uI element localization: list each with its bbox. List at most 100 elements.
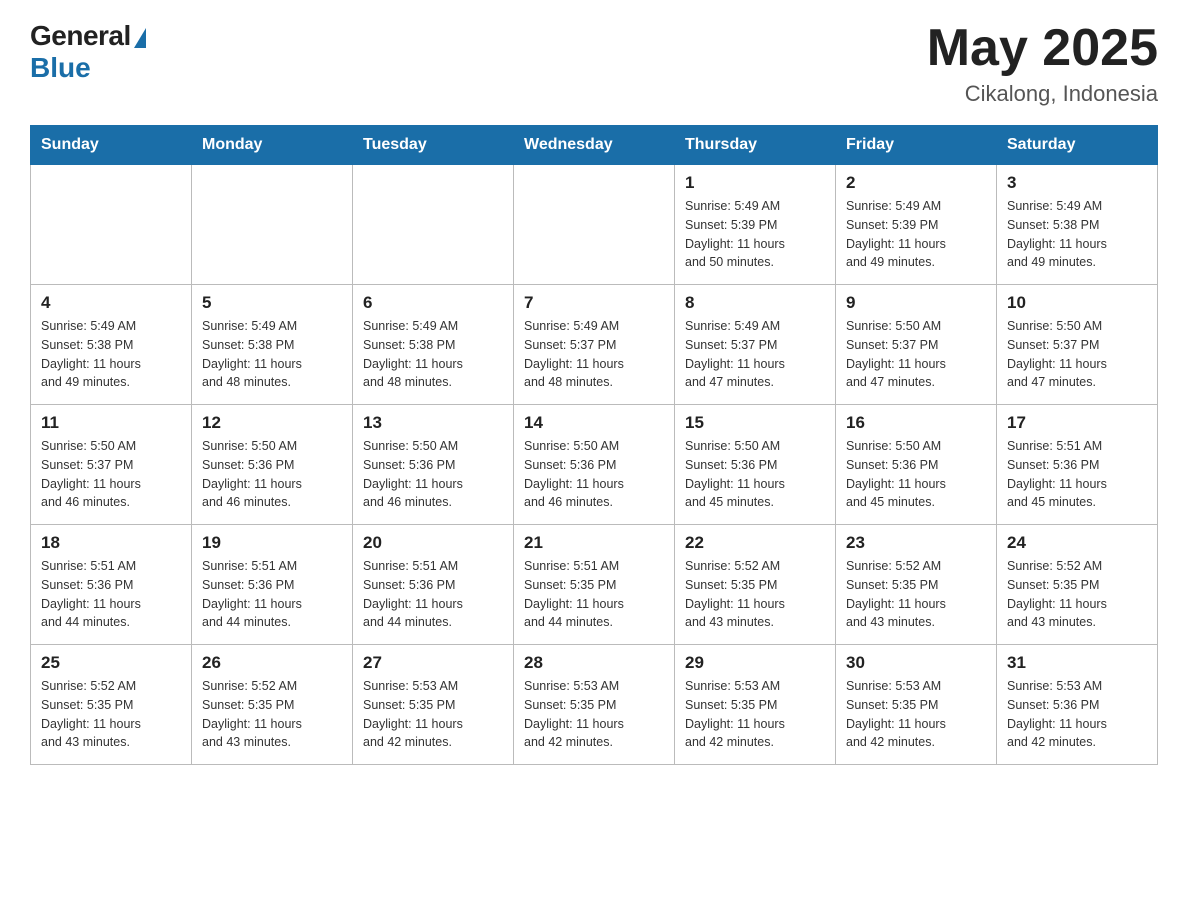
calendar-cell: 6 Sunrise: 5:49 AM Sunset: 5:38 PM Daylig… (353, 285, 514, 405)
calendar-table: SundayMondayTuesdayWednesdayThursdayFrid… (30, 125, 1158, 765)
day-info: Sunrise: 5:49 AM Sunset: 5:38 PM Dayligh… (41, 317, 181, 392)
day-info: Sunrise: 5:52 AM Sunset: 5:35 PM Dayligh… (685, 557, 825, 632)
weekday-header-wednesday: Wednesday (514, 126, 675, 165)
calendar-cell (31, 165, 192, 285)
calendar-cell: 12 Sunrise: 5:50 AM Sunset: 5:36 PM Dayli… (192, 405, 353, 525)
day-number: 9 (846, 293, 986, 313)
day-number: 30 (846, 653, 986, 673)
calendar-cell (353, 165, 514, 285)
calendar-cell: 25Sunrise: 5:52 AM Sunset: 5:35 PM Dayli… (31, 645, 192, 765)
day-info: Sunrise: 5:53 AM Sunset: 5:35 PM Dayligh… (524, 677, 664, 752)
day-info: Sunrise: 5:53 AM Sunset: 5:35 PM Dayligh… (685, 677, 825, 752)
calendar-cell: 4 Sunrise: 5:49 AM Sunset: 5:38 PM Daylig… (31, 285, 192, 405)
day-number: 19 (202, 533, 342, 553)
day-info: Sunrise: 5:52 AM Sunset: 5:35 PM Dayligh… (846, 557, 986, 632)
day-info: Sunrise: 5:49 AM Sunset: 5:38 PM Dayligh… (363, 317, 503, 392)
day-info: Sunrise: 5:52 AM Sunset: 5:35 PM Dayligh… (1007, 557, 1147, 632)
weekday-header-monday: Monday (192, 126, 353, 165)
day-info: Sunrise: 5:53 AM Sunset: 5:35 PM Dayligh… (363, 677, 503, 752)
day-number: 7 (524, 293, 664, 313)
day-info: Sunrise: 5:49 AM Sunset: 5:38 PM Dayligh… (202, 317, 342, 392)
day-number: 22 (685, 533, 825, 553)
day-info: Sunrise: 5:50 AM Sunset: 5:36 PM Dayligh… (363, 437, 503, 512)
calendar-cell: 9 Sunrise: 5:50 AM Sunset: 5:37 PM Daylig… (836, 285, 997, 405)
calendar-cell: 17 Sunrise: 5:51 AM Sunset: 5:36 PM Dayli… (997, 405, 1158, 525)
day-number: 4 (41, 293, 181, 313)
day-number: 31 (1007, 653, 1147, 673)
day-info: Sunrise: 5:51 AM Sunset: 5:36 PM Dayligh… (1007, 437, 1147, 512)
calendar-cell: 2 Sunrise: 5:49 AM Sunset: 5:39 PM Daylig… (836, 165, 997, 285)
calendar-week-1: 1 Sunrise: 5:49 AM Sunset: 5:39 PM Daylig… (31, 165, 1158, 285)
day-number: 25 (41, 653, 181, 673)
day-info: Sunrise: 5:49 AM Sunset: 5:39 PM Dayligh… (846, 197, 986, 272)
calendar-cell: 18Sunrise: 5:51 AM Sunset: 5:36 PM Dayli… (31, 525, 192, 645)
day-info: Sunrise: 5:49 AM Sunset: 5:38 PM Dayligh… (1007, 197, 1147, 272)
calendar-cell: 13 Sunrise: 5:50 AM Sunset: 5:36 PM Dayli… (353, 405, 514, 525)
day-number: 1 (685, 173, 825, 193)
calendar-cell: 3 Sunrise: 5:49 AM Sunset: 5:38 PM Daylig… (997, 165, 1158, 285)
day-info: Sunrise: 5:52 AM Sunset: 5:35 PM Dayligh… (202, 677, 342, 752)
day-number: 13 (363, 413, 503, 433)
day-info: Sunrise: 5:50 AM Sunset: 5:37 PM Dayligh… (1007, 317, 1147, 392)
day-number: 29 (685, 653, 825, 673)
weekday-header-saturday: Saturday (997, 126, 1158, 165)
logo-triangle-icon (134, 28, 146, 48)
day-info: Sunrise: 5:53 AM Sunset: 5:36 PM Dayligh… (1007, 677, 1147, 752)
calendar-cell: 29 Sunrise: 5:53 AM Sunset: 5:35 PM Dayli… (675, 645, 836, 765)
day-number: 23 (846, 533, 986, 553)
calendar-cell: 15Sunrise: 5:50 AM Sunset: 5:36 PM Dayli… (675, 405, 836, 525)
day-number: 21 (524, 533, 664, 553)
day-number: 17 (1007, 413, 1147, 433)
calendar-cell: 24 Sunrise: 5:52 AM Sunset: 5:35 PM Dayli… (997, 525, 1158, 645)
calendar-cell: 30 Sunrise: 5:53 AM Sunset: 5:35 PM Dayli… (836, 645, 997, 765)
title-section: May 2025 Cikalong, Indonesia (927, 20, 1158, 107)
calendar-cell: 7 Sunrise: 5:49 AM Sunset: 5:37 PM Daylig… (514, 285, 675, 405)
weekday-header-tuesday: Tuesday (353, 126, 514, 165)
day-number: 3 (1007, 173, 1147, 193)
calendar-cell: 19 Sunrise: 5:51 AM Sunset: 5:36 PM Dayli… (192, 525, 353, 645)
day-info: Sunrise: 5:53 AM Sunset: 5:35 PM Dayligh… (846, 677, 986, 752)
calendar-cell: 23 Sunrise: 5:52 AM Sunset: 5:35 PM Dayli… (836, 525, 997, 645)
calendar-week-2: 4 Sunrise: 5:49 AM Sunset: 5:38 PM Daylig… (31, 285, 1158, 405)
day-number: 20 (363, 533, 503, 553)
calendar-cell: 16 Sunrise: 5:50 AM Sunset: 5:36 PM Dayli… (836, 405, 997, 525)
day-number: 26 (202, 653, 342, 673)
calendar-cell: 1Sunrise: 5:49 AM Sunset: 5:39 PM Daylig… (675, 165, 836, 285)
calendar-cell (514, 165, 675, 285)
calendar-cell: 14 Sunrise: 5:50 AM Sunset: 5:36 PM Dayli… (514, 405, 675, 525)
weekday-header-thursday: Thursday (675, 126, 836, 165)
calendar-cell: 22 Sunrise: 5:52 AM Sunset: 5:35 PM Dayli… (675, 525, 836, 645)
location-label: Cikalong, Indonesia (927, 81, 1158, 107)
day-info: Sunrise: 5:50 AM Sunset: 5:36 PM Dayligh… (846, 437, 986, 512)
calendar-week-5: 25 Sunrise: 5:52 AM Sunset: 5:35 PM Dayli… (31, 645, 1158, 765)
day-info: Sunrise: 5:50 AM Sunset: 5:36 PM Dayligh… (685, 437, 825, 512)
day-number: 11 (41, 413, 181, 433)
weekday-header-sunday: Sunday (31, 126, 192, 165)
calendar-week-4: 18Sunrise: 5:51 AM Sunset: 5:36 PM Dayli… (31, 525, 1158, 645)
calendar-cell: 27 Sunrise: 5:53 AM Sunset: 5:35 PM Dayli… (353, 645, 514, 765)
day-info: Sunrise: 5:50 AM Sunset: 5:36 PM Dayligh… (202, 437, 342, 512)
logo-blue-text: Blue (30, 52, 91, 84)
day-info: Sunrise: 5:50 AM Sunset: 5:36 PM Dayligh… (524, 437, 664, 512)
day-info: Sunrise: 5:51 AM Sunset: 5:36 PM Dayligh… (363, 557, 503, 632)
day-info: Sunrise: 5:50 AM Sunset: 5:37 PM Dayligh… (846, 317, 986, 392)
day-info: Sunrise: 5:49 AM Sunset: 5:37 PM Dayligh… (524, 317, 664, 392)
day-info: Sunrise: 5:51 AM Sunset: 5:36 PM Dayligh… (202, 557, 342, 632)
day-number: 28 (524, 653, 664, 673)
calendar-cell: 8Sunrise: 5:49 AM Sunset: 5:37 PM Daylig… (675, 285, 836, 405)
day-number: 16 (846, 413, 986, 433)
day-number: 14 (524, 413, 664, 433)
day-number: 8 (685, 293, 825, 313)
day-number: 6 (363, 293, 503, 313)
day-number: 27 (363, 653, 503, 673)
calendar-cell: 5 Sunrise: 5:49 AM Sunset: 5:38 PM Daylig… (192, 285, 353, 405)
calendar-cell: 31 Sunrise: 5:53 AM Sunset: 5:36 PM Dayli… (997, 645, 1158, 765)
day-number: 5 (202, 293, 342, 313)
calendar-cell: 28 Sunrise: 5:53 AM Sunset: 5:35 PM Dayli… (514, 645, 675, 765)
day-number: 12 (202, 413, 342, 433)
day-number: 2 (846, 173, 986, 193)
calendar-cell: 26 Sunrise: 5:52 AM Sunset: 5:35 PM Dayli… (192, 645, 353, 765)
calendar-cell: 10Sunrise: 5:50 AM Sunset: 5:37 PM Dayli… (997, 285, 1158, 405)
page-header: General Blue May 2025 Cikalong, Indonesi… (30, 20, 1158, 107)
day-number: 24 (1007, 533, 1147, 553)
